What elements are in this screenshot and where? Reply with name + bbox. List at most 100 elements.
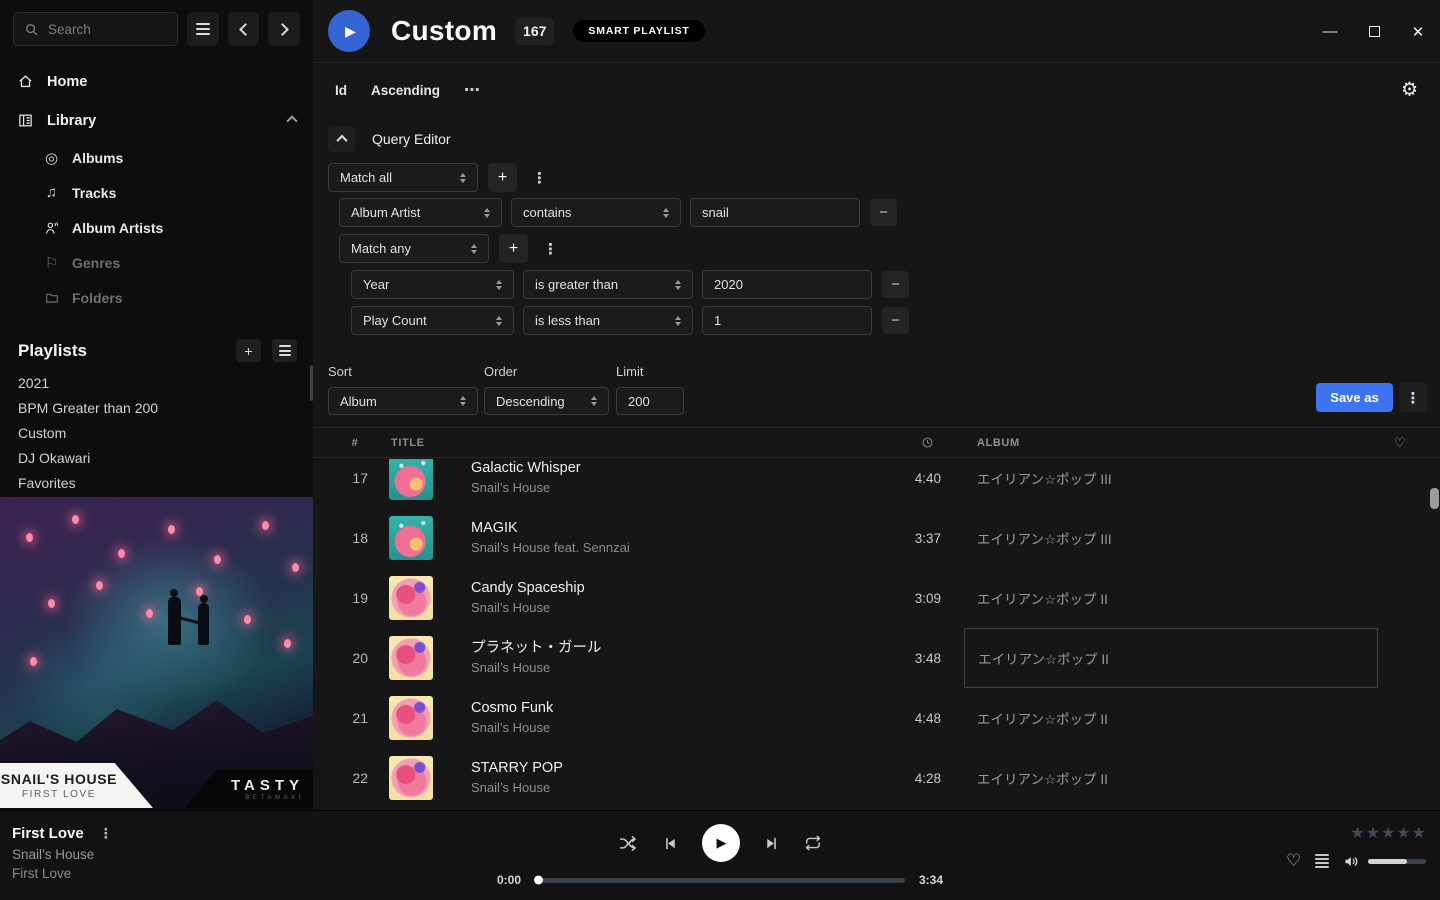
track-title[interactable]: プラネット・ガール (471, 638, 861, 659)
track-album[interactable]: エイリアン☆ポップ III (964, 459, 1378, 508)
seek-slider[interactable] (535, 878, 905, 883)
add-rule-button[interactable]: + (488, 163, 517, 192)
maximize-button[interactable] (1367, 26, 1381, 37)
now-playing-album[interactable]: First Love (12, 866, 113, 881)
rule-operator-select[interactable]: is greater than (523, 270, 693, 299)
sidebar-item-home[interactable]: Home (0, 62, 313, 101)
now-playing-title[interactable]: First Love (12, 825, 84, 842)
track-artist[interactable]: Snail’s House (471, 599, 861, 618)
add-playlist-button[interactable]: + (236, 339, 261, 362)
sort-field-button[interactable]: Id (335, 83, 347, 98)
add-rule-button[interactable]: + (499, 234, 528, 263)
queue-button[interactable] (1315, 854, 1329, 868)
rule-field-select[interactable]: Play Count (351, 306, 514, 335)
rating-stars[interactable]: ★★★★★ (1286, 823, 1426, 843)
sidebar-item-folders[interactable]: Folders (0, 280, 313, 315)
star-icon[interactable]: ★ (1396, 823, 1410, 843)
group-menu-button[interactable]: ⋮ (538, 240, 563, 258)
track-album[interactable]: エイリアン☆ポップ II (964, 748, 1378, 808)
repeat-button[interactable] (803, 833, 823, 853)
sidebar-item-tracks[interactable]: ♫ Tracks (0, 175, 313, 210)
sidebar-item-genres[interactable]: ⚐ Genres (0, 245, 313, 280)
search-input[interactable] (48, 22, 167, 37)
limit-input[interactable] (616, 387, 684, 415)
save-as-button[interactable]: Save as (1316, 383, 1393, 412)
seek-handle[interactable] (534, 876, 543, 885)
star-icon[interactable]: ★ (1381, 823, 1395, 843)
star-icon[interactable]: ★ (1366, 823, 1380, 843)
playlist-item[interactable]: 2021 (0, 370, 313, 395)
column-header-favorite[interactable]: ♡ (1378, 435, 1440, 451)
close-button[interactable]: ✕ (1411, 23, 1425, 41)
sidebar-item-albums[interactable]: ◎ Albums (0, 140, 313, 175)
playlist-item[interactable]: BPM Greater than 200 (0, 395, 313, 420)
playlist-item[interactable]: DJ Okawari (0, 445, 313, 470)
track-title[interactable]: Cosmo Funk (471, 698, 861, 719)
rule-value-input[interactable] (702, 270, 872, 299)
column-header-index[interactable]: # (313, 437, 389, 449)
sort-select[interactable]: Album (328, 387, 478, 415)
forward-button[interactable] (268, 12, 300, 46)
order-select[interactable]: Descending (484, 387, 609, 415)
track-album[interactable]: エイリアン☆ポップ III (964, 508, 1378, 568)
playlist-item[interactable]: Favorites (0, 470, 313, 495)
star-icon[interactable]: ★ (1412, 823, 1426, 843)
sidebar-item-album-artists[interactable]: Album Artists (0, 210, 313, 245)
now-playing-artist[interactable]: Snail’s House (12, 847, 113, 862)
playlist-list-button[interactable] (272, 339, 297, 362)
now-playing-album-art[interactable]: SNAIL'S HOUSE FIRST LOVE TASTY BETAMAXI (0, 497, 313, 808)
rule-field-select[interactable]: Album Artist (339, 198, 502, 227)
back-button[interactable] (228, 12, 260, 46)
save-menu-button[interactable]: ⋮ (1399, 383, 1427, 412)
next-track-button[interactable] (763, 835, 780, 852)
track-title[interactable]: MAGIK (471, 518, 861, 539)
track-row[interactable]: 18 MAGIKSnail’s House feat. Sennzai 3:37… (313, 508, 1440, 568)
group-menu-button[interactable]: ⋮ (527, 169, 552, 187)
rule-value-input[interactable] (702, 306, 872, 335)
track-album[interactable]: エイリアン☆ポップ II (964, 688, 1378, 748)
chevron-up-icon[interactable] (286, 115, 297, 126)
match-type-select[interactable]: Match all (328, 163, 478, 192)
play-pause-button[interactable]: ▶ (702, 824, 740, 862)
menu-button[interactable] (187, 12, 219, 46)
track-row[interactable]: 19 Candy SpaceshipSnail’s House 3:09 エイリ… (313, 568, 1440, 628)
search-box[interactable] (13, 12, 178, 46)
previous-track-button[interactable] (662, 835, 679, 852)
remove-rule-button[interactable]: − (870, 199, 897, 226)
track-row[interactable]: 20 プラネット・ガールSnail’s House 3:48 エイリアン☆ポップ… (313, 628, 1440, 688)
settings-gear-button[interactable]: ⚙ (1401, 79, 1418, 102)
column-header-title[interactable]: TITLE (389, 437, 861, 449)
star-icon[interactable]: ★ (1350, 823, 1364, 843)
favorite-button[interactable]: ♡ (1286, 851, 1301, 871)
track-artist[interactable]: Snail’s House (471, 719, 861, 738)
more-options-button[interactable]: ⋯ (464, 80, 481, 100)
track-album[interactable]: エイリアン☆ポップ II (964, 568, 1378, 628)
play-playlist-button[interactable]: ▶ (328, 10, 370, 52)
rule-field-select[interactable]: Year (351, 270, 514, 299)
now-playing-menu-button[interactable]: ⋮ (99, 825, 113, 842)
track-title[interactable]: Candy Spaceship (471, 578, 861, 599)
track-artist[interactable]: Snail’s House (471, 779, 861, 798)
track-row[interactable]: 17 Galactic WhisperSnail’s House 4:40 エイ… (313, 459, 1440, 508)
playlist-item[interactable]: Custom (0, 420, 313, 445)
scrollbar-thumb[interactable] (1430, 488, 1439, 509)
collapse-query-editor-button[interactable] (328, 127, 355, 152)
volume-button[interactable] (1343, 853, 1360, 870)
column-header-duration[interactable] (861, 436, 941, 449)
minimize-button[interactable]: — (1323, 23, 1337, 40)
track-row[interactable]: 21 Cosmo FunkSnail’s House 4:48 エイリアン☆ポッ… (313, 688, 1440, 748)
volume-slider[interactable] (1368, 859, 1426, 864)
track-title[interactable]: STARRY POP (471, 758, 861, 779)
track-row[interactable]: 22 STARRY POPSnail’s House 4:28 エイリアン☆ポッ… (313, 748, 1440, 808)
shuffle-button[interactable] (618, 833, 639, 854)
rule-value-input[interactable] (690, 198, 860, 227)
rule-operator-select[interactable]: is less than (523, 306, 693, 335)
track-artist[interactable]: Snail’s House (471, 479, 861, 498)
track-album-focused[interactable]: エイリアン☆ポップ II (964, 628, 1378, 688)
track-artist[interactable]: Snail’s House (471, 659, 861, 678)
track-title[interactable]: Galactic Whisper (471, 459, 861, 479)
rule-operator-select[interactable]: contains (511, 198, 681, 227)
remove-rule-button[interactable]: − (882, 307, 909, 334)
match-type-select[interactable]: Match any (339, 234, 489, 263)
track-artist[interactable]: Snail’s House feat. Sennzai (471, 539, 861, 558)
